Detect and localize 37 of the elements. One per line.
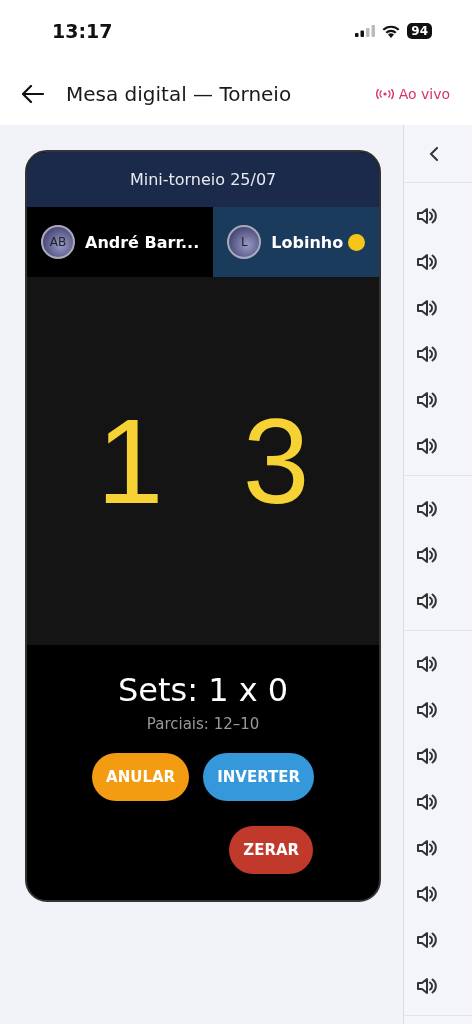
- broadcast-icon: [375, 88, 394, 99]
- speaker-icon[interactable]: [416, 746, 439, 766]
- collapse-chevron-icon[interactable]: [429, 146, 440, 161]
- wifi-icon: [382, 24, 401, 38]
- player-name: André Barr...: [85, 232, 200, 252]
- battery-level: 94: [407, 23, 432, 39]
- page-title: Mesa digital — Torneio: [66, 81, 293, 106]
- speaker-icon[interactable]: [416, 838, 439, 858]
- avatar: L: [227, 225, 262, 259]
- speaker-icon[interactable]: [416, 436, 439, 456]
- speaker-icon[interactable]: [416, 545, 439, 565]
- live-label: Ao vivo: [398, 85, 450, 102]
- speaker-icon[interactable]: [416, 930, 439, 950]
- player-tab[interactable]: L Lobinho: [213, 207, 380, 277]
- signal-icon: [355, 25, 376, 37]
- score-value[interactable]: 3: [242, 401, 310, 521]
- score-value[interactable]: 1: [96, 401, 164, 521]
- speaker-icon[interactable]: [416, 654, 439, 674]
- back-arrow-icon[interactable]: [22, 84, 44, 103]
- status-time: 13:17: [52, 20, 113, 42]
- speaker-icon[interactable]: [416, 252, 439, 272]
- partials-text: Parciais: 12–10: [146, 715, 260, 733]
- player-name: Lobinho: [271, 232, 344, 252]
- speaker-icon[interactable]: [416, 976, 439, 996]
- avatar: AB: [41, 225, 75, 259]
- speaker-icon[interactable]: [416, 499, 439, 519]
- speaker-icon[interactable]: [416, 591, 439, 611]
- speaker-icon[interactable]: [416, 206, 439, 226]
- speaker-icon[interactable]: [416, 298, 439, 318]
- reset-button[interactable]: ZERAR: [229, 826, 314, 874]
- speaker-icon[interactable]: [416, 344, 439, 364]
- speaker-icon[interactable]: [416, 792, 439, 812]
- speaker-icon[interactable]: [416, 884, 439, 904]
- sets-score: Sets: 1 x 0: [118, 671, 289, 709]
- speaker-icon[interactable]: [416, 390, 439, 410]
- speaker-icon[interactable]: [416, 700, 439, 720]
- match-title: Mini-torneio 25/07: [27, 152, 380, 207]
